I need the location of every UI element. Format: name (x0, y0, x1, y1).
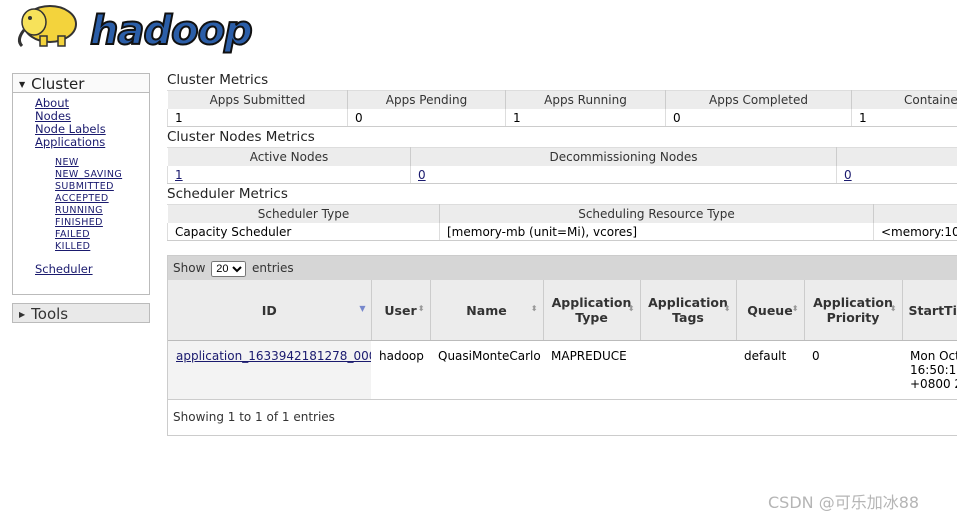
scheduling-resource-type-value: [memory-mb (unit=Mi), vcores] (439, 223, 874, 241)
col-nodes-extra (836, 147, 957, 166)
col-apps-running: Apps Running (505, 90, 666, 109)
app-priority: 0 (804, 340, 902, 400)
table-info: Showing 1 to 1 of 1 entries (173, 410, 335, 424)
col-application-priority-label: Application Priority (813, 295, 893, 325)
scheduler-extra-value: <memory:102 (873, 223, 957, 241)
app-name: QuasiMonteCarlo (430, 340, 543, 400)
page-size-select[interactable]: 20 (211, 261, 247, 277)
nodes-metrics-table: Active Nodes Decommissioning Nodes 1 0 0 (167, 147, 957, 184)
sidebar-link-killed[interactable]: KILLED (55, 241, 149, 253)
col-queue-label: Queue (747, 302, 793, 318)
app-start-time: Mon Oct 16:50:11 +0800 2 (902, 340, 957, 400)
scheduler-metrics-table: Scheduler Type Scheduling Resource Type … (167, 204, 957, 241)
col-scheduler-extra (873, 204, 957, 223)
col-application-type-label: Application Type (551, 295, 632, 325)
col-user[interactable]: User ⬍ (371, 280, 431, 341)
tools-panel-header[interactable]: ▶ Tools (12, 303, 150, 323)
app-states-list: NEW NEW_SAVING SUBMITTED ACCEPTED RUNNIN… (35, 157, 149, 253)
cluster-panel-header[interactable]: ▼ Cluster (12, 73, 150, 93)
cluster-label: Cluster (31, 75, 85, 93)
col-name-label: Name (466, 302, 507, 318)
nodes-extra-cell: 0 (836, 166, 957, 184)
col-apps-completed: Apps Completed (665, 90, 852, 109)
sort-icon: ⬍ (889, 304, 897, 313)
col-decommissioning-nodes: Decommissioning Nodes (410, 147, 837, 166)
sidebar-link-finished[interactable]: FINISHED (55, 217, 149, 229)
sort-icon: ⬍ (723, 304, 731, 313)
entries-label: entries (252, 261, 294, 275)
start-time-line-3: +0800 2 (910, 377, 957, 391)
cluster-metrics-table: Apps Submitted Apps Pending Apps Running… (167, 90, 957, 127)
table-row: application_1633942181278_0001 hadoop Qu… (168, 340, 957, 400)
decommissioning-nodes-link[interactable]: 0 (418, 168, 426, 182)
sidebar-link-scheduler[interactable]: Scheduler (35, 263, 149, 276)
show-label: Show (173, 261, 206, 275)
nodes-metrics-title: Cluster Nodes Metrics (167, 129, 315, 145)
col-queue[interactable]: Queue ⬍ (736, 280, 805, 341)
cluster-panel-body: About Nodes Node Labels Applications NEW… (12, 93, 150, 295)
scheduler-metrics-title: Scheduler Metrics (167, 186, 288, 202)
col-application-tags-label: Application Tags (648, 295, 728, 325)
sidebar-link-new[interactable]: NEW (55, 157, 149, 169)
sidebar-link-accepted[interactable]: ACCEPTED (55, 193, 149, 205)
main-content: Cluster Metrics Apps Submitted Apps Pend… (167, 70, 957, 241)
app-queue: default (736, 340, 804, 400)
col-application-type[interactable]: Application Type ⬍ (543, 280, 641, 341)
page-size-bar: Show 20 entries (168, 256, 957, 280)
decommissioning-nodes-cell: 0 (410, 166, 837, 184)
sidebar-link-failed[interactable]: FAILED (55, 229, 149, 241)
col-apps-pending: Apps Pending (347, 90, 506, 109)
collapse-triangle-icon: ▼ (19, 80, 26, 89)
col-active-nodes: Active Nodes (167, 147, 411, 166)
col-id-label: ID (261, 302, 277, 318)
logo-text: hadoop (89, 7, 254, 55)
apps-running-value: 1 (505, 109, 666, 127)
apps-submitted-value: 1 (167, 109, 348, 127)
col-scheduling-resource-type: Scheduling Resource Type (439, 204, 874, 223)
apps-pending-value: 0 (347, 109, 506, 127)
containers-value: 1 (851, 109, 957, 127)
col-start-time[interactable]: StartTi (902, 280, 957, 341)
active-nodes-cell: 1 (167, 166, 411, 184)
watermark: CSDN @可乐加冰88 (768, 493, 920, 512)
sidebar-link-submitted[interactable]: SUBMITTED (55, 181, 149, 193)
hadoop-logo: hadoop (12, 0, 262, 58)
app-id-link[interactable]: application_1633942181278_0001 (176, 349, 371, 363)
applications-table: ID ▼ User ⬍ Name ⬍ Application Type ⬍ Applic… (168, 280, 957, 400)
sort-desc-icon: ▼ (359, 304, 366, 313)
sort-icon: ⬍ (530, 304, 538, 313)
sort-icon: ⬍ (627, 304, 635, 313)
sort-icon: ⬍ (417, 304, 425, 313)
app-tags (640, 340, 736, 400)
elephant-icon (17, 5, 77, 48)
col-name[interactable]: Name ⬍ (430, 280, 544, 341)
col-application-priority[interactable]: Application Priority ⬍ (804, 280, 903, 341)
tools-label: Tools (31, 305, 69, 323)
start-time-line-2: 16:50:11 (910, 363, 957, 377)
sidebar-link-running[interactable]: RUNNING (55, 205, 149, 217)
col-application-tags[interactable]: Application Tags ⬍ (640, 280, 737, 341)
cluster-metrics-title: Cluster Metrics (167, 72, 269, 88)
app-id-cell: application_1633942181278_0001 (168, 340, 371, 400)
sidebar-link-applications[interactable]: Applications (35, 136, 149, 149)
col-user-label: User (384, 302, 417, 318)
applications-panel: Show 20 entries ID ▼ User ⬍ Name ⬍ Applicat… (167, 255, 957, 436)
col-start-time-label: StartTi (908, 302, 957, 318)
expand-triangle-icon: ▶ (19, 310, 26, 319)
col-containers: Container (851, 90, 957, 109)
scheduler-type-value: Capacity Scheduler (167, 223, 440, 241)
apps-completed-value: 0 (665, 109, 852, 127)
sidebar-link-new-saving[interactable]: NEW_SAVING (55, 169, 149, 181)
active-nodes-link[interactable]: 1 (175, 168, 183, 182)
app-user: hadoop (371, 340, 430, 400)
sidebar: ▼ Cluster About Nodes Node Labels Applica… (12, 73, 150, 323)
app-type: MAPREDUCE (543, 340, 640, 400)
nodes-extra-link[interactable]: 0 (844, 168, 852, 182)
col-scheduler-type: Scheduler Type (167, 204, 440, 223)
sort-icon: ⬍ (791, 304, 799, 313)
col-apps-submitted: Apps Submitted (167, 90, 348, 109)
start-time-line-1: Mon Oct (910, 349, 957, 363)
col-id[interactable]: ID ▼ (168, 280, 372, 341)
